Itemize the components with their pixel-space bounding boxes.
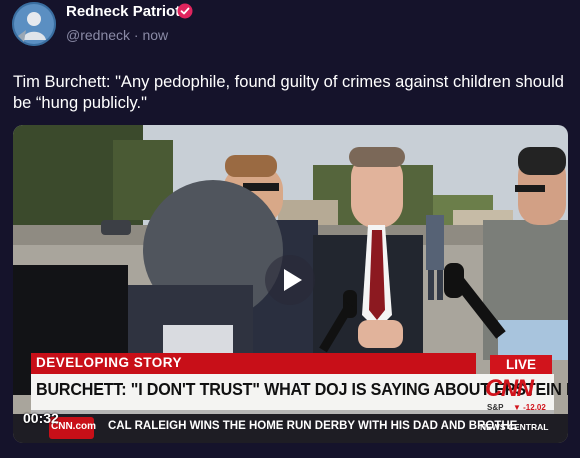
display-name[interactable]: Redneck Patriot [66,3,180,20]
avatar-image [12,2,56,46]
separator: · [133,27,139,43]
live-badge: LIVE [490,355,552,374]
ticker-label: S&P [487,403,504,412]
post-meta: @redneck · now [66,27,168,43]
network-logo: CNN [485,375,534,402]
post-time: now [142,27,169,43]
verified-badge-icon [177,3,193,19]
news-crawl: CAL RALEIGH WINS THE HOME RUN DERBY WITH… [108,420,518,432]
ticker-value: ▼ -12.02 [513,403,546,412]
show-name: NEWS CENTRAL [480,422,549,432]
chyron: DEVELOPING STORY LIVE BURCHETT: "I DON'T… [13,353,568,443]
play-icon [284,269,302,291]
post-text: Tim Burchett: "Any pedophile, found guil… [13,73,564,112]
play-button[interactable] [265,255,315,305]
developing-story-banner: DEVELOPING STORY [36,355,183,370]
video-timestamp: 00:32 [23,410,59,426]
handle[interactable]: @redneck [66,27,130,43]
video-player[interactable]: DEVELOPING STORY LIVE BURCHETT: "I DON'T… [13,125,568,443]
avatar[interactable] [12,2,56,46]
